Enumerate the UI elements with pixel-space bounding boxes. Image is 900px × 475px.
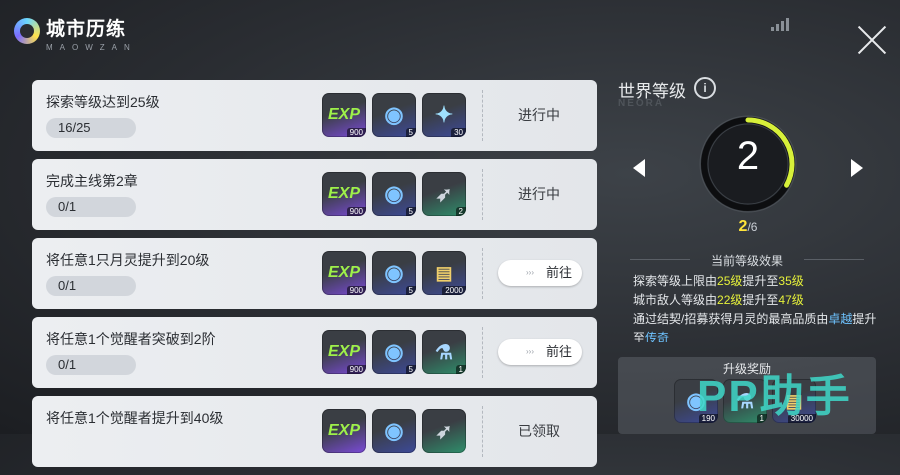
task-progress: 0/1 (46, 276, 136, 296)
task-reward-list: EXP 900 ◉ 5 ➶ 2 (322, 172, 466, 216)
effect-highlight: 22级 (717, 293, 743, 307)
goto-button-label: 前往 (545, 344, 572, 359)
task-card: 完成主线第2章 0/1 EXP 900 ◉ 5 ➶ 2 进行中 (32, 159, 597, 230)
task-list: 探索等级达到25级 16/25 EXP 900 ◉ 5 ✦ 30 进行中 完成主线第2章 0/1 EX… (32, 80, 597, 475)
effect-text: 探索等级上限由 (633, 274, 718, 288)
reward-item[interactable]: EXP 900 (322, 93, 366, 137)
effect-text: 提升至 (742, 274, 779, 288)
orb-icon: ◉ (384, 418, 404, 443)
goto-button-label: 前往 (545, 265, 572, 280)
reward-item[interactable]: ◉ 5 (372, 251, 416, 295)
page-header: 城市历练 MAOWZAN (14, 14, 137, 52)
next-level-arrow-icon[interactable] (851, 159, 863, 177)
effect-section-title: 当前等级效果 (618, 252, 876, 269)
reward-item[interactable]: ▤ 2000 (422, 251, 466, 295)
world-level-number: 2 (736, 134, 760, 178)
reward-quantity: 900 (346, 286, 366, 295)
reward-item[interactable]: EXP (322, 409, 366, 453)
world-level-progress: 2/6 (706, 218, 790, 236)
reward-quantity: 30 (451, 128, 466, 137)
reward-quantity: 5 (405, 207, 416, 216)
reward-item[interactable]: EXP 900 (322, 330, 366, 374)
task-reward-list: EXP 900 ◉ 5 ▤ 2000 (322, 251, 466, 295)
reward-quantity: 900 (346, 207, 366, 216)
effect-highlight: 传奇 (645, 331, 670, 342)
info-icon[interactable]: i (694, 77, 716, 99)
reward-quantity: 5 (405, 128, 416, 137)
reward-quantity: 5 (405, 286, 416, 295)
task-card: 将任意1只月灵提升到20级 0/1 EXP 900 ◉ 5 ▤ 2000 ››› 前往 (32, 238, 597, 309)
reward-quantity: 5 (405, 365, 416, 374)
task-name: 将任意1只月灵提升到20级 (46, 252, 210, 268)
dots-icon: ››› (526, 347, 534, 356)
task-name: 探索等级达到25级 (46, 94, 160, 110)
world-level-progress-total: /6 (747, 220, 758, 234)
reward-item[interactable]: EXP 900 (322, 172, 366, 216)
task-status: 已领取 (518, 423, 560, 439)
exp-icon: EXP (327, 422, 360, 439)
effect-highlight: 35级 (778, 274, 804, 288)
reward-quantity: 900 (346, 128, 366, 137)
task-reward-list: EXP 900 ◉ 5 ✦ 30 (322, 93, 466, 137)
reward-item[interactable]: EXP 900 (322, 251, 366, 295)
reward-quantity: 900 (346, 365, 366, 374)
task-card: 探索等级达到25级 16/25 EXP 900 ◉ 5 ✦ 30 进行中 (32, 80, 597, 151)
divider (482, 327, 483, 378)
effect-line: 城市敌人等级由22级提升至47级 (633, 291, 877, 310)
task-progress: 0/1 (46, 197, 136, 217)
reward-item[interactable]: ◉ (372, 409, 416, 453)
task-reward-list: EXP 900 ◉ 5 ⚗ 1 (322, 330, 466, 374)
task-status: 进行中 (518, 186, 560, 202)
goto-button[interactable]: ››› 前往 (498, 339, 582, 365)
effect-line: 通过结契/招募获得月灵的最高品质由卓越提升至传奇 (633, 310, 877, 342)
reward-item[interactable]: ⚗ 1 (422, 330, 466, 374)
watermark-logo: PP助手 (697, 372, 852, 421)
effect-highlight: 卓越 (828, 312, 853, 326)
divider (482, 406, 483, 457)
task-progress: 0/1 (46, 355, 136, 375)
feather-icon: ➶ (435, 420, 453, 443)
task-status: 进行中 (518, 107, 560, 123)
task-card: 将任意1个觉醒者提升到40级 EXP ◉ ➶ 已领取 (32, 396, 597, 467)
goto-button[interactable]: ››› 前往 (498, 260, 582, 286)
reward-item[interactable]: ✦ 30 (422, 93, 466, 137)
divider (482, 90, 483, 141)
effect-list: 探索等级上限由25级提升至35级 城市敌人等级由22级提升至47级 通过结契/招募获… (633, 272, 877, 342)
reward-item[interactable]: ◉ 5 (372, 330, 416, 374)
effect-text: 城市敌人等级由 (633, 293, 718, 307)
effect-text: 提升至 (742, 293, 779, 307)
app-logo-icon (14, 18, 40, 44)
page-subtitle: MAOWZAN (46, 43, 137, 52)
task-name: 将任意1个觉醒者提升到40级 (46, 410, 224, 426)
signal-icon (771, 18, 789, 31)
reward-quantity: 1 (455, 365, 466, 374)
reward-quantity: 2 (455, 207, 466, 216)
dots-icon: ››› (526, 268, 534, 277)
previous-level-arrow-icon[interactable] (633, 159, 645, 177)
task-reward-list: EXP ◉ ➶ (322, 409, 466, 453)
reward-item[interactable]: ➶ 2 (422, 172, 466, 216)
close-icon[interactable] (856, 24, 888, 56)
task-card: 将任意1个觉醒者突破到2阶 0/1 EXP 900 ◉ 5 ⚗ 1 ››› 前往 (32, 317, 597, 388)
effect-line: 探索等级上限由25级提升至35级 (633, 272, 877, 291)
task-name: 完成主线第2章 (46, 173, 138, 189)
page-title: 城市历练 (46, 19, 127, 40)
divider (482, 169, 483, 220)
reward-item[interactable]: ◉ 5 (372, 172, 416, 216)
effect-text: 通过结契/招募获得月灵的最高品质由 (633, 312, 829, 326)
reward-item[interactable]: ◉ 5 (372, 93, 416, 137)
reward-item[interactable]: ➶ (422, 409, 466, 453)
effect-highlight: 25级 (717, 274, 743, 288)
effect-highlight: 47级 (778, 293, 804, 307)
task-progress: 16/25 (46, 118, 136, 138)
world-level-subtitle: NEORA (618, 98, 665, 109)
task-name: 将任意1个觉醒者突破到2阶 (46, 331, 216, 347)
divider (482, 248, 483, 299)
reward-quantity: 2000 (442, 286, 466, 295)
